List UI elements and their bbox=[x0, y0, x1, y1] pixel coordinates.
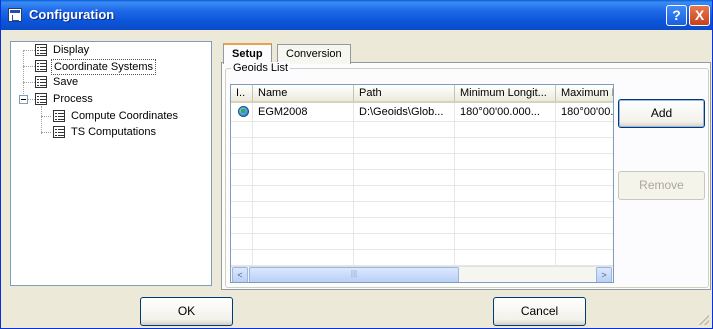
grid-line bbox=[231, 121, 613, 122]
geoids-list[interactable]: I.. Name Path Minimum Longit... Maximum … bbox=[230, 84, 614, 283]
list-icon bbox=[35, 76, 47, 88]
grid-line bbox=[231, 233, 613, 234]
tree-connector bbox=[41, 116, 51, 117]
window-title: Configuration bbox=[29, 7, 115, 22]
cell-max-longitude: 180°00'00. bbox=[561, 106, 614, 118]
grid-line bbox=[454, 103, 455, 265]
tree-item-label: Coordinate Systems bbox=[51, 59, 157, 75]
grid-line bbox=[231, 201, 613, 202]
list-icon bbox=[53, 126, 65, 138]
list-icon bbox=[35, 60, 47, 72]
tree-item-label: Display bbox=[53, 44, 90, 56]
tree-connector bbox=[41, 106, 42, 134]
tree-item-label: TS Computations bbox=[71, 126, 156, 138]
collapse-process-toggle[interactable] bbox=[19, 95, 28, 104]
configuration-dialog: Configuration ? X Display Coordinate Sys… bbox=[0, 0, 713, 329]
cell-name: EGM2008 bbox=[258, 106, 308, 118]
tab-setup[interactable]: Setup bbox=[223, 43, 272, 64]
tree-item-label: Save bbox=[53, 76, 79, 88]
tab-conversion[interactable]: Conversion bbox=[277, 44, 351, 64]
add-button[interactable]: Add bbox=[618, 99, 705, 128]
grid-line bbox=[231, 249, 613, 250]
tree-item-label: Process bbox=[53, 93, 93, 105]
column-header-name[interactable]: Name bbox=[253, 85, 354, 103]
horizontal-scrollbar[interactable]: < ||| > bbox=[231, 266, 613, 282]
geoids-group-title: Geoids List bbox=[231, 62, 291, 74]
scroll-right-button[interactable]: > bbox=[596, 267, 612, 282]
column-header-path[interactable]: Path bbox=[354, 85, 455, 103]
tree-connector bbox=[28, 99, 35, 100]
list-icon bbox=[35, 93, 47, 105]
column-header-max-longitude[interactable]: Maximum L bbox=[556, 85, 613, 103]
close-button[interactable]: X bbox=[689, 5, 710, 26]
grid-line bbox=[555, 103, 556, 265]
cancel-button[interactable]: Cancel bbox=[493, 297, 586, 326]
tree-connector bbox=[23, 66, 35, 67]
list-icon bbox=[53, 110, 65, 122]
remove-button[interactable]: Remove bbox=[618, 171, 705, 200]
tree-connector bbox=[23, 82, 35, 83]
column-header-icon[interactable]: I.. bbox=[231, 85, 253, 103]
ok-button[interactable]: OK bbox=[140, 297, 233, 326]
grid-line bbox=[231, 153, 613, 154]
title-bar[interactable]: Configuration ? X bbox=[1, 0, 712, 30]
grid-line bbox=[231, 217, 613, 218]
tree-connector bbox=[23, 50, 24, 100]
category-tree[interactable]: Display Coordinate Systems Save Process … bbox=[10, 41, 212, 286]
grid-line bbox=[231, 185, 613, 186]
cell-path: D:\Geoids\Glob... bbox=[359, 106, 444, 118]
grid-line bbox=[353, 103, 354, 265]
grid-line bbox=[231, 169, 613, 170]
help-button[interactable]: ? bbox=[666, 5, 687, 26]
column-header-min-longitude[interactable]: Minimum Longit... bbox=[455, 85, 556, 103]
grid-line bbox=[231, 137, 613, 138]
scroll-thumb[interactable]: ||| bbox=[249, 267, 459, 282]
globe-icon bbox=[238, 106, 249, 117]
cell-min-longitude: 180°00'00.000... bbox=[460, 106, 540, 118]
tree-connector bbox=[23, 50, 35, 51]
resize-grip[interactable] bbox=[699, 315, 709, 325]
scroll-left-button[interactable]: < bbox=[232, 267, 248, 282]
tree-connector bbox=[41, 132, 51, 133]
list-icon bbox=[35, 44, 47, 56]
app-icon bbox=[8, 8, 22, 22]
grid-line bbox=[252, 103, 253, 265]
tree-item-label: Compute Coordinates bbox=[71, 110, 179, 122]
